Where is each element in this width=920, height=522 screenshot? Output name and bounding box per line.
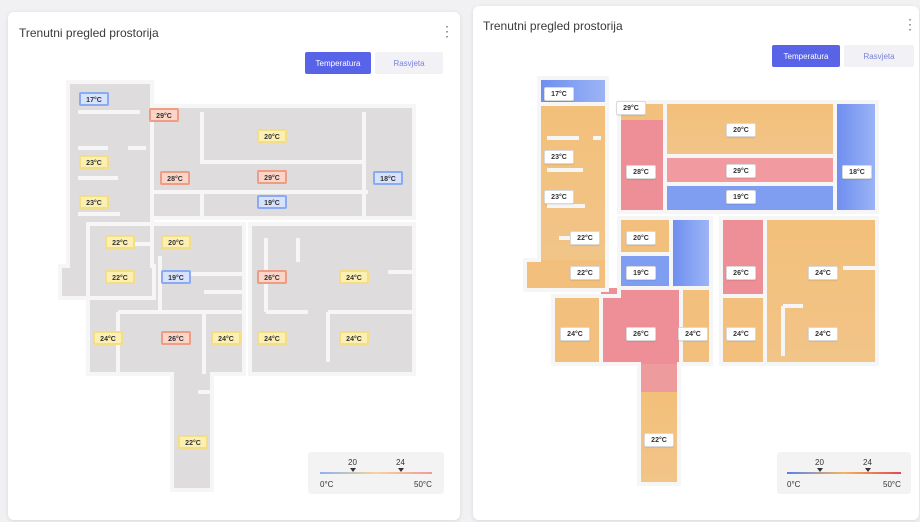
legend-min: 0°C	[320, 480, 334, 489]
room-temp-label[interactable]: 23°C	[79, 155, 109, 169]
room-temp-label[interactable]: 22°C	[570, 231, 600, 245]
room-temp-label[interactable]: 19°C	[626, 266, 656, 280]
room-temp-label[interactable]: 19°C	[726, 190, 756, 204]
room-temp-label[interactable]: 20°C	[626, 231, 656, 245]
room-temp-label[interactable]: 17°C	[544, 87, 574, 101]
room-temp-label[interactable]: 24°C	[726, 327, 756, 341]
room-temp-label[interactable]: 29°C	[726, 164, 756, 178]
room-temp-label[interactable]: 20°C	[161, 235, 191, 249]
legend-low-mark: 20	[815, 458, 824, 467]
room-temp-label[interactable]: 26°C	[726, 266, 756, 280]
room-temp-label[interactable]: 19°C	[161, 270, 191, 284]
legend-max: 50°C	[883, 480, 901, 489]
legend-min: 0°C	[787, 480, 801, 489]
room-temp-label[interactable]: 23°C	[544, 150, 574, 164]
floor-plan-heatmap	[523, 76, 879, 486]
legend-high-mark: 24	[863, 458, 872, 467]
room-temp-label[interactable]: 18°C	[373, 171, 403, 185]
room-temp-label[interactable]: 17°C	[79, 92, 109, 106]
room-temp-label[interactable]: 26°C	[257, 270, 287, 284]
room-temp-label[interactable]: 29°C	[257, 170, 287, 184]
room-temp-label[interactable]: 22°C	[105, 235, 135, 249]
room-temp-label[interactable]: 29°C	[616, 101, 646, 115]
legend-low-mark: 20	[348, 458, 357, 467]
room-temp-label[interactable]: 24°C	[678, 327, 708, 341]
room-temp-label[interactable]: 23°C	[544, 190, 574, 204]
room-temp-label[interactable]: 24°C	[339, 270, 369, 284]
room-temp-label[interactable]: 22°C	[178, 435, 208, 449]
legend-gradient-bar	[787, 472, 901, 474]
room-temp-label[interactable]: 22°C	[644, 433, 674, 447]
room-temp-label[interactable]: 24°C	[211, 331, 241, 345]
room-temp-label[interactable]: 24°C	[339, 331, 369, 345]
room-temp-label[interactable]: 24°C	[560, 327, 590, 341]
room-temp-label[interactable]: 29°C	[149, 108, 179, 122]
room-temp-label[interactable]: 28°C	[160, 171, 190, 185]
room-overview-card-left: Trenutni pregled prostorija ⋮ Temperatur…	[8, 12, 460, 520]
room-temp-label[interactable]: 24°C	[808, 266, 838, 280]
legend-gradient-bar	[320, 472, 432, 474]
room-temp-label[interactable]: 22°C	[570, 266, 600, 280]
temperature-legend: 20 24 0°C 50°C	[308, 452, 444, 494]
room-temp-label[interactable]: 18°C	[842, 165, 872, 179]
room-temp-label[interactable]: 19°C	[257, 195, 287, 209]
room-temp-label[interactable]: 24°C	[808, 327, 838, 341]
room-temp-label[interactable]: 24°C	[93, 331, 123, 345]
room-temp-label[interactable]: 20°C	[726, 123, 756, 137]
room-temp-label[interactable]: 20°C	[257, 129, 287, 143]
legend-max: 50°C	[414, 480, 432, 489]
floor-plan	[58, 80, 416, 492]
legend-high-mark: 24	[396, 458, 405, 467]
temperature-legend: 20 24 0°C 50°C	[777, 452, 911, 494]
room-temp-label[interactable]: 28°C	[626, 165, 656, 179]
room-temp-label[interactable]: 23°C	[79, 195, 109, 209]
room-overview-card-right: Trenutni pregled prostorija ⋮ Temperatur…	[473, 6, 919, 520]
room-temp-label[interactable]: 26°C	[161, 331, 191, 345]
room-temp-label[interactable]: 22°C	[105, 270, 135, 284]
room-temp-label[interactable]: 26°C	[626, 327, 656, 341]
room-temp-label[interactable]: 24°C	[257, 331, 287, 345]
